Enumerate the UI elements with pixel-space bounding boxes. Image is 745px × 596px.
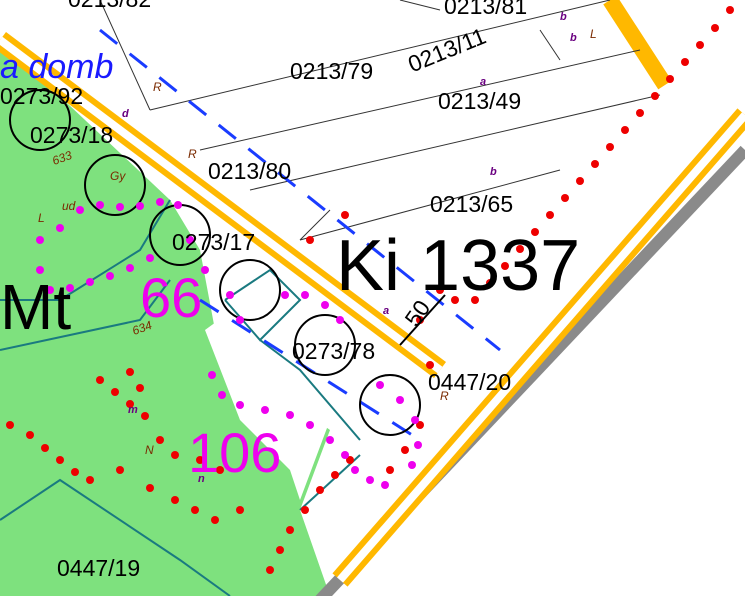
parcel-0213-81: 0213/81 <box>444 0 528 19</box>
parcel-0273-92: 0273/92 <box>0 83 84 109</box>
code-b-1: b <box>560 11 567 23</box>
zone-code-label: Ki 1337 <box>336 226 581 306</box>
parcel-0273-18: 0273/18 <box>30 122 114 148</box>
parcel-0273-17: 0273/17 <box>172 229 256 255</box>
zone-66-label: 66 <box>140 266 203 329</box>
code-Gy: Gy <box>110 169 126 183</box>
parcel-0213-80: 0213/80 <box>208 158 292 184</box>
code-R-2: R <box>188 147 197 161</box>
code-b-3: b <box>490 166 497 178</box>
code-n: n <box>198 473 205 485</box>
code-N: N <box>145 443 154 457</box>
road-top-right <box>603 0 672 90</box>
parcel-0213-82: 0213/82 <box>68 0 151 11</box>
parcel-0213-49: 0213/49 <box>438 88 522 114</box>
code-L-2: L <box>38 211 45 225</box>
parcel-0213-79: 0213/79 <box>290 58 374 84</box>
code-ud: ud <box>62 199 76 213</box>
code-d: d <box>122 108 129 120</box>
code-L-1: L <box>590 27 597 41</box>
cadastral-map: a domb Ki 1337 Mt 66 106 50 0213/82 0213… <box>0 0 745 596</box>
code-R-3: R <box>440 389 449 403</box>
parcel-0213-65: 0213/65 <box>430 191 514 217</box>
parcel-0273-78: 0273/78 <box>292 338 376 364</box>
parcel-0447-19: 0447/19 <box>57 555 141 581</box>
code-m: m <box>128 404 138 416</box>
code-a-1: a <box>480 76 487 88</box>
zone-mt-label: Mt <box>0 271 72 343</box>
code-b-2: b <box>570 32 577 44</box>
code-a-2: a <box>383 305 390 317</box>
code-R-1: R <box>153 80 162 94</box>
street-name-label: a domb <box>0 48 114 86</box>
